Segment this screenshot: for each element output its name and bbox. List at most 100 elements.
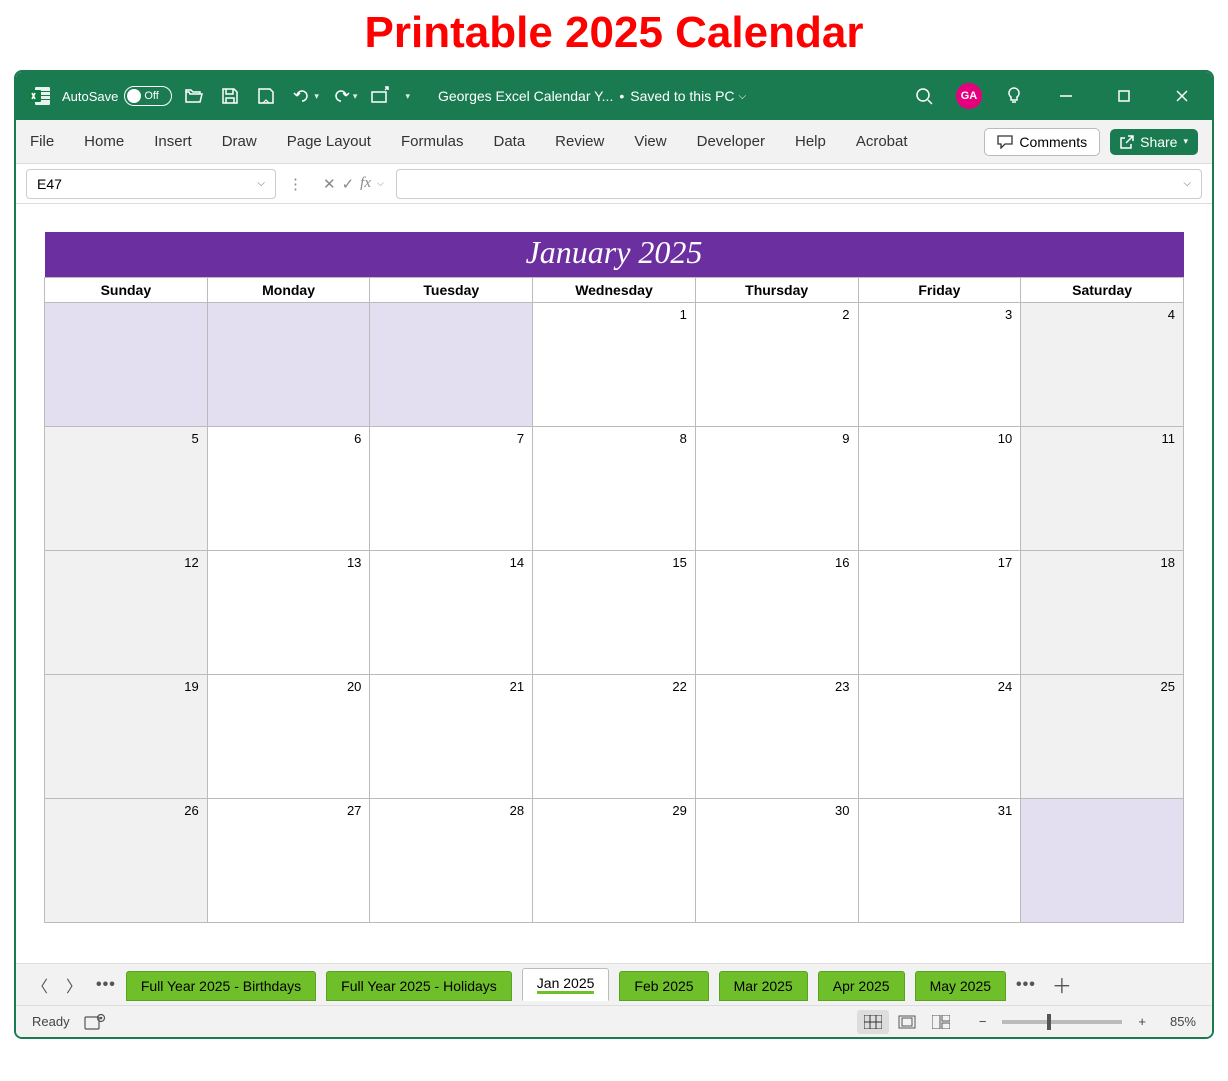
- sheet-nav-more[interactable]: •••: [96, 976, 116, 994]
- saved-status-dropdown[interactable]: Saved to this PC ⌵: [630, 88, 746, 104]
- calendar-day-cell[interactable]: 26: [45, 799, 208, 923]
- calendar-day-cell[interactable]: 10: [858, 427, 1021, 551]
- ribbon-tab-page-layout[interactable]: Page Layout: [287, 127, 371, 156]
- macro-record-icon[interactable]: [84, 1013, 106, 1031]
- calendar-day-cell[interactable]: 22: [533, 675, 696, 799]
- calendar-day-cell[interactable]: 27: [207, 799, 370, 923]
- saved-status-text: Saved to this PC: [630, 88, 734, 104]
- sheet-tab-jan-2025[interactable]: Jan 2025: [522, 968, 610, 1001]
- calendar-day-cell[interactable]: [45, 303, 208, 427]
- calendar-day-cell[interactable]: 11: [1021, 427, 1184, 551]
- ribbon-tab-formulas[interactable]: Formulas: [401, 127, 464, 156]
- calendar-day-cell[interactable]: [1021, 799, 1184, 923]
- zoom-slider-thumb[interactable]: [1047, 1014, 1051, 1030]
- save-pdf-icon[interactable]: [252, 82, 280, 110]
- save-icon[interactable]: [216, 82, 244, 110]
- calendar-day-cell[interactable]: 20: [207, 675, 370, 799]
- more-icon[interactable]: ⋮: [288, 175, 303, 193]
- calendar-day-cell[interactable]: 7: [370, 427, 533, 551]
- calendar-day-cell[interactable]: 31: [858, 799, 1021, 923]
- minimize-button[interactable]: [1046, 81, 1086, 111]
- worksheet-area[interactable]: January 2025 SundayMondayTuesdayWednesda…: [16, 204, 1212, 963]
- sheet-tab-feb-2025[interactable]: Feb 2025: [619, 971, 708, 1001]
- undo-icon[interactable]: [288, 82, 316, 110]
- cancel-formula-icon[interactable]: ✕: [323, 175, 336, 193]
- ribbon-tab-draw[interactable]: Draw: [222, 127, 257, 156]
- calendar-day-cell[interactable]: 28: [370, 799, 533, 923]
- sheet-tab-apr-2025[interactable]: Apr 2025: [818, 971, 905, 1001]
- ribbon-tab-home[interactable]: Home: [84, 127, 124, 156]
- calendar-day-cell[interactable]: 13: [207, 551, 370, 675]
- name-box[interactable]: E47 ⌵: [26, 169, 276, 199]
- sheet-tab-full-year-2025-holidays[interactable]: Full Year 2025 - Holidays: [326, 971, 512, 1001]
- ribbon-tab-file[interactable]: File: [30, 127, 54, 156]
- calendar-day-cell[interactable]: 5: [45, 427, 208, 551]
- ribbon-tab-review[interactable]: Review: [555, 127, 604, 156]
- search-icon[interactable]: [910, 82, 938, 110]
- calendar-day-cell[interactable]: 29: [533, 799, 696, 923]
- calendar-day-cell[interactable]: 12: [45, 551, 208, 675]
- ribbon-tab-acrobat[interactable]: Acrobat: [856, 127, 908, 156]
- ribbon-tab-help[interactable]: Help: [795, 127, 826, 156]
- calendar-day-cell[interactable]: 2: [695, 303, 858, 427]
- undo-dropdown[interactable]: ▾: [314, 91, 319, 102]
- normal-view-button[interactable]: [857, 1010, 889, 1034]
- formula-input[interactable]: ⌵: [396, 169, 1202, 199]
- calendar-day-cell[interactable]: 25: [1021, 675, 1184, 799]
- calendar-day-cell[interactable]: 9: [695, 427, 858, 551]
- calendar-day-cell[interactable]: 21: [370, 675, 533, 799]
- ribbon-tab-data[interactable]: Data: [493, 127, 525, 156]
- ribbon-tab-developer[interactable]: Developer: [697, 127, 765, 156]
- add-sheet-button[interactable]: ＋: [1046, 970, 1078, 999]
- sheet-nav-more-right[interactable]: •••: [1016, 976, 1036, 994]
- user-avatar[interactable]: GA: [956, 83, 982, 109]
- redo-icon[interactable]: [327, 82, 355, 110]
- chevron-down-icon[interactable]: ⌵: [377, 178, 384, 189]
- page-layout-view-button[interactable]: [891, 1010, 923, 1034]
- sheet-tab-may-2025[interactable]: May 2025: [915, 971, 1006, 1001]
- zoom-percentage[interactable]: 85%: [1154, 1014, 1196, 1029]
- open-icon[interactable]: [180, 82, 208, 110]
- calendar-day-cell[interactable]: 24: [858, 675, 1021, 799]
- zoom-in-button[interactable]: +: [1132, 1014, 1152, 1029]
- accept-formula-icon[interactable]: ✓: [342, 175, 355, 193]
- calendar-day-cell[interactable]: 17: [858, 551, 1021, 675]
- calendar-day-cell[interactable]: 23: [695, 675, 858, 799]
- calendar-day-cell[interactable]: 16: [695, 551, 858, 675]
- qat-customize-icon[interactable]: ▾: [405, 91, 410, 102]
- autosave-label: AutoSave: [62, 89, 118, 104]
- day-header: Wednesday: [533, 278, 696, 303]
- zoom-slider[interactable]: [1002, 1020, 1122, 1024]
- maximize-button[interactable]: [1104, 81, 1144, 111]
- calendar-day-cell[interactable]: 3: [858, 303, 1021, 427]
- sheet-tab-mar-2025[interactable]: Mar 2025: [719, 971, 808, 1001]
- toggle-knob: [127, 89, 141, 103]
- calendar-day-cell[interactable]: 18: [1021, 551, 1184, 675]
- calendar-day-cell[interactable]: 4: [1021, 303, 1184, 427]
- calendar-day-cell[interactable]: 14: [370, 551, 533, 675]
- share-button[interactable]: Share ▾: [1110, 129, 1198, 155]
- zoom-out-button[interactable]: −: [973, 1014, 993, 1029]
- calendar-day-cell[interactable]: 19: [45, 675, 208, 799]
- fx-icon[interactable]: fx: [360, 175, 371, 192]
- sheet-nav-prev[interactable]: 〈: [28, 973, 52, 997]
- calendar-day-cell[interactable]: 1: [533, 303, 696, 427]
- sheet-tab-full-year-2025-birthdays[interactable]: Full Year 2025 - Birthdays: [126, 971, 316, 1001]
- page-break-view-button[interactable]: [925, 1010, 957, 1034]
- quick-print-icon[interactable]: [365, 82, 393, 110]
- comments-button[interactable]: Comments: [984, 128, 1100, 156]
- ribbon-tab-view[interactable]: View: [634, 127, 666, 156]
- calendar-day-cell[interactable]: 6: [207, 427, 370, 551]
- ribbon-tab-insert[interactable]: Insert: [154, 127, 192, 156]
- calendar-day-cell[interactable]: 15: [533, 551, 696, 675]
- autosave-toggle[interactable]: Off: [124, 86, 172, 106]
- lightbulb-icon[interactable]: [1000, 82, 1028, 110]
- calendar-day-cell[interactable]: [370, 303, 533, 427]
- active-tab-accent: [537, 991, 595, 994]
- redo-dropdown[interactable]: ▾: [353, 91, 358, 102]
- close-button[interactable]: [1162, 81, 1202, 111]
- sheet-nav-next[interactable]: 〉: [62, 973, 86, 997]
- calendar-day-cell[interactable]: [207, 303, 370, 427]
- calendar-day-cell[interactable]: 30: [695, 799, 858, 923]
- calendar-day-cell[interactable]: 8: [533, 427, 696, 551]
